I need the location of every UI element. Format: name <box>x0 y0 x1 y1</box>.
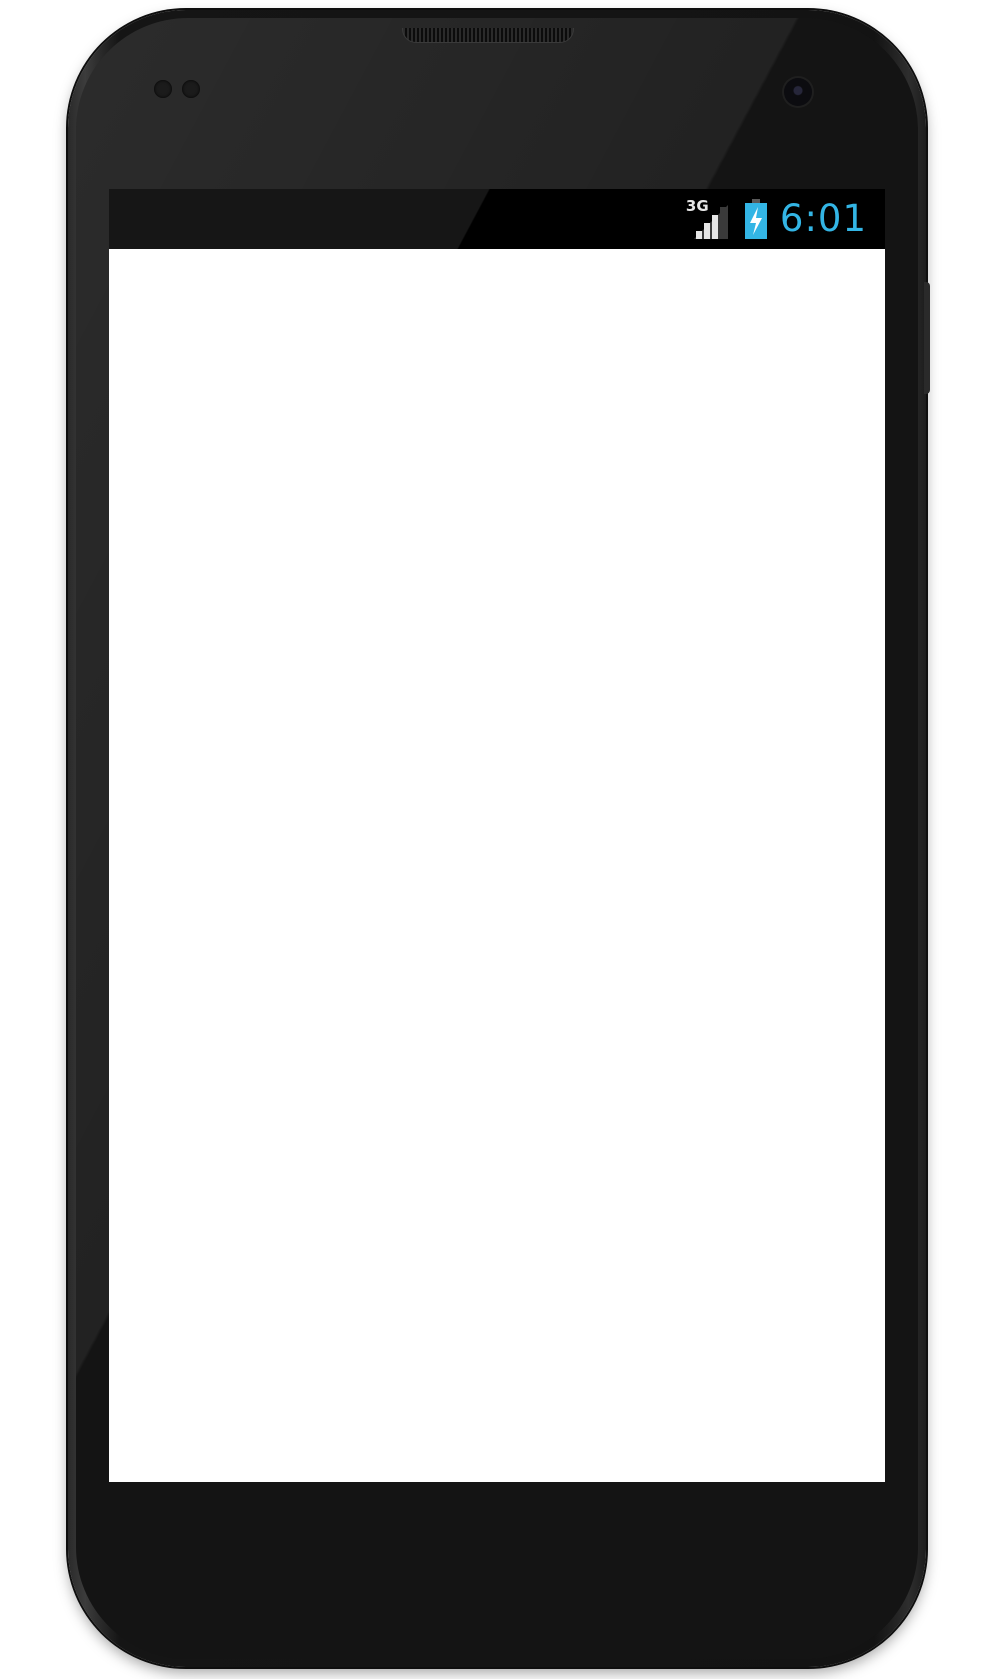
signal-bars-icon <box>693 205 728 239</box>
signal-bar <box>711 215 718 239</box>
earpiece-speaker <box>402 28 574 43</box>
mockup-canvas: 3G 6:01 <box>0 0 986 1679</box>
power-button[interactable] <box>924 282 930 394</box>
battery-charging-icon <box>744 199 767 239</box>
status-clock: 6:01 <box>779 197 867 240</box>
signal-bar <box>703 223 710 239</box>
front-camera <box>784 78 812 106</box>
app-content-blank <box>109 249 885 1482</box>
signal-bar <box>719 207 726 239</box>
device-screen: 3G 6:01 <box>109 189 885 1482</box>
proximity-sensor <box>154 80 172 98</box>
signal-bar <box>695 231 702 239</box>
cell-signal-icon: 3G <box>684 197 730 241</box>
light-sensor <box>182 80 200 98</box>
status-bar[interactable]: 3G 6:01 <box>109 189 885 249</box>
